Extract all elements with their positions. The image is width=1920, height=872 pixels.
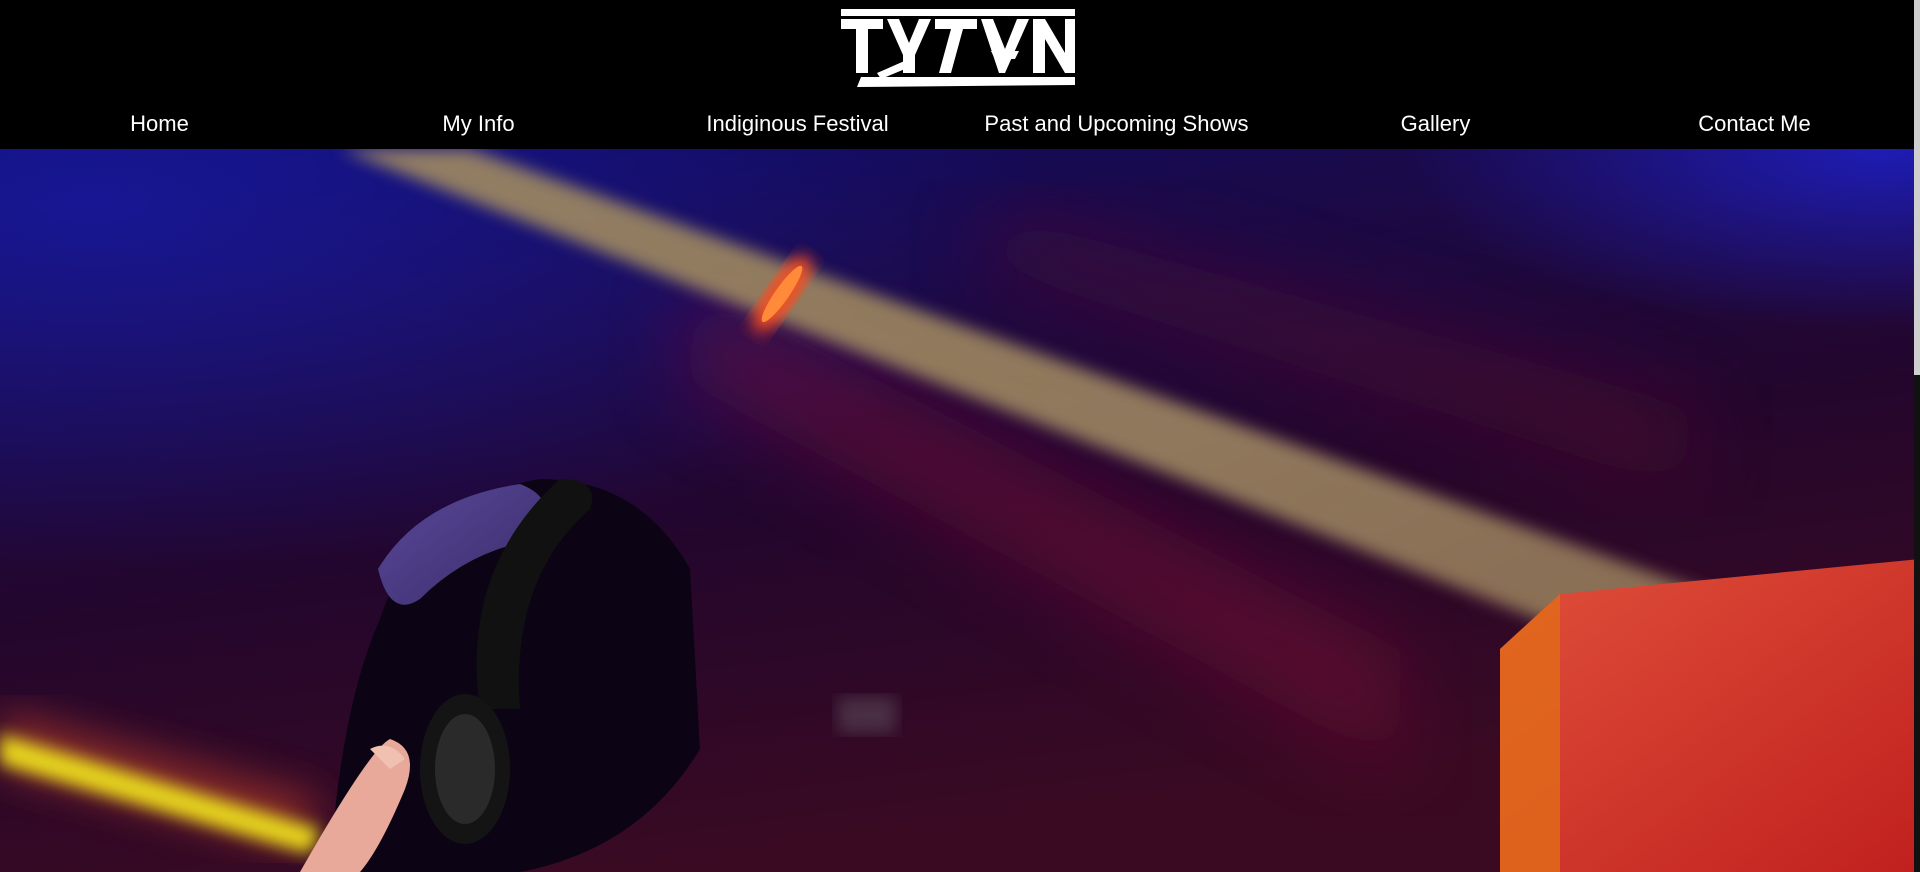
scrollbar-thumb[interactable]	[1914, 0, 1920, 375]
nav-item-shows[interactable]: Past and Upcoming Shows	[957, 104, 1276, 144]
page-scrollbar[interactable]	[1914, 0, 1920, 872]
page: Home My Info Indiginous Festival Past an…	[0, 0, 1920, 872]
nav-item-my-info[interactable]: My Info	[319, 104, 638, 144]
nav-item-indiginous-festival[interactable]: Indiginous Festival	[638, 104, 957, 144]
site-header: Home My Info Indiginous Festival Past an…	[0, 0, 1920, 149]
site-logo[interactable]	[839, 7, 1077, 89]
nav-item-gallery[interactable]: Gallery	[1276, 104, 1595, 144]
main-nav: Home My Info Indiginous Festival Past an…	[0, 104, 1914, 144]
dj-photo	[0, 149, 1920, 872]
nav-item-contact-me[interactable]: Contact Me	[1595, 104, 1914, 144]
nav-item-home[interactable]: Home	[0, 104, 319, 144]
hero-image	[0, 149, 1920, 872]
tytan-logo-icon	[841, 9, 1075, 87]
